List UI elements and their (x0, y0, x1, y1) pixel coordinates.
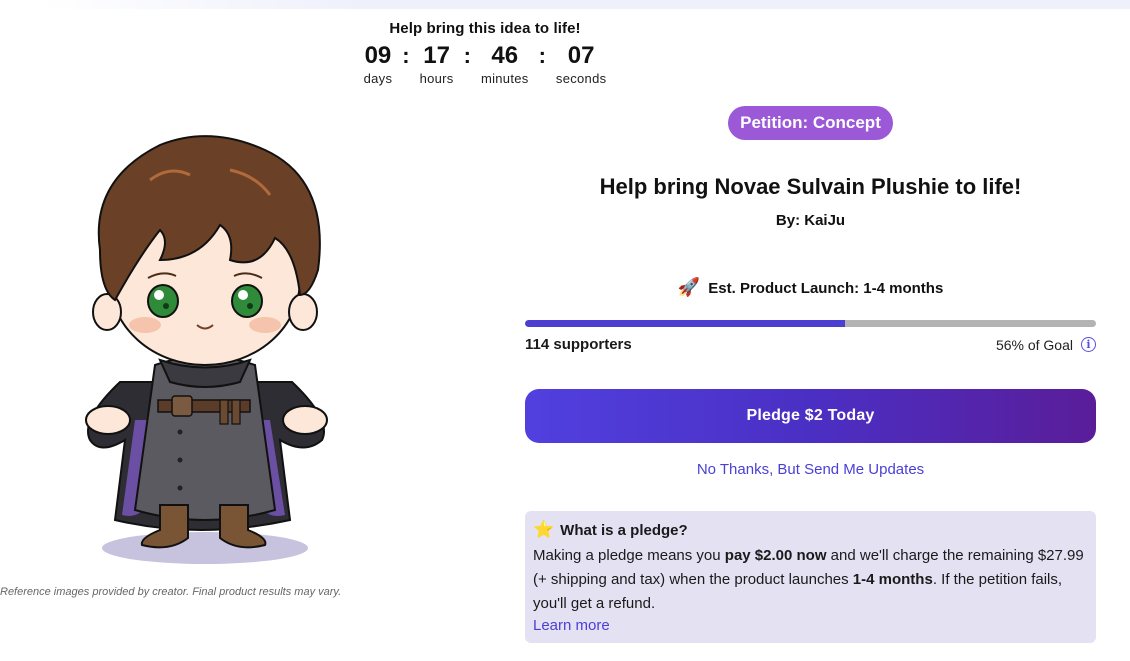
image-caption-text: Reference images provided by creator. Fi… (0, 586, 342, 598)
countdown-title: Help bring this idea to life! (389, 20, 581, 37)
supporters-count: 114 supporters (525, 336, 632, 353)
countdown-seconds: 07 seconds (555, 42, 607, 87)
star-icon: ⭐ (533, 520, 555, 539)
time-separator: : (538, 43, 546, 68)
goal-progress-bar (525, 320, 1096, 327)
minutes-label: minutes (480, 71, 529, 86)
pledge-button[interactable]: Pledge $2 Today (525, 389, 1096, 443)
petition-panel: Petition: Concept Help bring Novae Sulva… (525, 106, 1096, 643)
petition-badge: Petition: Concept (728, 106, 893, 140)
countdown-timer: 09 days : 17 hours : 46 minutes : 07 sec… (360, 42, 610, 87)
goal-percentage: 56% of Goal i (996, 337, 1096, 353)
minutes-value: 46 (491, 42, 519, 69)
seconds-value: 07 (567, 42, 595, 69)
creator-byline: By: KaiJu (775, 212, 846, 229)
pledge-info-text: Making a pledge means you pay $2.00 now … (533, 544, 1088, 616)
pledge-info-box: ⭐ What is a pledge? Making a pledge mean… (525, 511, 1096, 643)
seconds-label: seconds (555, 71, 607, 86)
pledge-info-heading: ⭐ What is a pledge? (533, 520, 1088, 540)
goal-progress-fill (525, 320, 845, 327)
badge-row: Petition: Concept (525, 106, 1096, 140)
countdown: Help bring this idea to life! 09 days : … (360, 20, 610, 86)
image-caption: Reference images provided by creator. Fi… (0, 586, 370, 598)
goal-text: 56% of Goal (995, 336, 1073, 353)
launch-text: Est. Product Launch: 1-4 months (708, 280, 944, 297)
days-label: days (363, 71, 393, 86)
progress-stats: 114 supporters 56% of Goal i (525, 336, 1096, 353)
pledge-text-1: Making a pledge means you (533, 547, 725, 564)
pledge-amount: pay $2.00 now (724, 547, 827, 564)
time-separator: : (463, 43, 471, 68)
countdown-minutes: 46 minutes (480, 42, 529, 87)
pledge-info-title: What is a pledge? (560, 521, 688, 539)
info-icon[interactable]: i (1081, 337, 1096, 352)
product-image (85, 135, 328, 564)
launch-estimate: 🚀 Est. Product Launch: 1-4 months (525, 277, 1096, 298)
top-banner-strip (40, 0, 1130, 9)
petition-title: Help bring Novae Sulvain Plushie to life… (599, 174, 1022, 199)
send-updates-link[interactable]: No Thanks, But Send Me Updates (525, 461, 1096, 478)
days-value: 09 (364, 42, 392, 69)
learn-more-link[interactable]: Learn more (533, 617, 610, 634)
rocket-icon: 🚀 (677, 277, 701, 297)
time-separator: : (402, 43, 410, 68)
hours-label: hours (419, 71, 454, 86)
countdown-days: 09 days (363, 42, 393, 87)
hours-value: 17 (423, 42, 450, 69)
pledge-launch-window: 1-4 months (852, 571, 933, 588)
countdown-hours: 17 hours (419, 42, 454, 87)
